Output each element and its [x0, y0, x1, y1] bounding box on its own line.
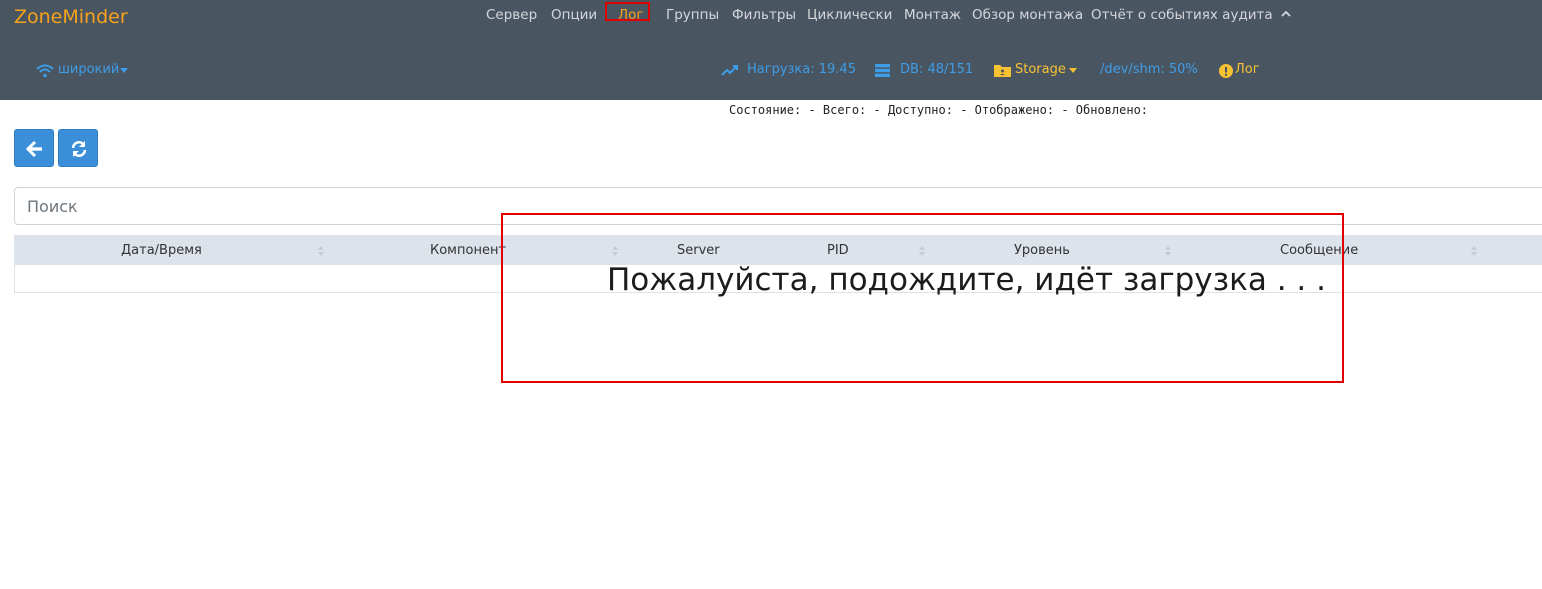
- status-line: Состояние: - Всего: - Доступно: - Отобра…: [729, 103, 1149, 117]
- wifi-icon: [36, 64, 54, 78]
- loading-highlight-box: [501, 213, 1344, 383]
- menu-item-groups[interactable]: Группы: [666, 7, 719, 23]
- log-link[interactable]: Лог: [1235, 62, 1260, 77]
- log-highlight-box: [605, 2, 650, 21]
- menu-item-cycle[interactable]: Циклически: [807, 7, 892, 23]
- caret-down-icon[interactable]: [120, 68, 128, 73]
- refresh-button[interactable]: [58, 129, 98, 167]
- menu-item-montage[interactable]: Монтаж: [904, 7, 961, 23]
- menu-item-filters[interactable]: Фильтры: [732, 7, 796, 23]
- database-icon: [875, 64, 890, 77]
- db-indicator: DB: 48/151: [900, 62, 974, 77]
- load-indicator: Нагрузка: 19.45: [747, 62, 856, 77]
- column-header-component[interactable]: Компонент: [430, 243, 506, 258]
- storage-dropdown[interactable]: Storage: [1015, 62, 1066, 77]
- chevron-up-icon[interactable]: [1279, 7, 1293, 21]
- shm-indicator: /dev/shm: 50%: [1100, 62, 1198, 77]
- top-navbar: ZoneMinder Сервер Опции Лог Группы Фильт…: [0, 0, 1542, 100]
- arrow-left-icon: [26, 140, 42, 158]
- refresh-icon: [71, 141, 87, 157]
- bandwidth-dropdown[interactable]: широкий: [58, 62, 119, 77]
- brand-logo[interactable]: ZoneMinder: [14, 6, 128, 28]
- sort-icon[interactable]: [318, 245, 324, 257]
- menu-item-options[interactable]: Опции: [551, 7, 597, 23]
- trending-up-icon: [721, 65, 738, 76]
- menu-item-server[interactable]: Сервер: [486, 7, 537, 23]
- menu-item-audit-report[interactable]: Отчёт о событиях аудита: [1091, 7, 1273, 23]
- column-header-datetime[interactable]: Дата/Время: [121, 243, 202, 258]
- folder-icon: [994, 65, 1011, 77]
- menu-item-montage-review[interactable]: Обзор монтажа: [972, 7, 1083, 23]
- warning-icon[interactable]: [1219, 64, 1233, 78]
- back-button[interactable]: [14, 129, 54, 167]
- caret-down-icon[interactable]: [1069, 68, 1077, 73]
- sort-icon[interactable]: [1471, 245, 1477, 257]
